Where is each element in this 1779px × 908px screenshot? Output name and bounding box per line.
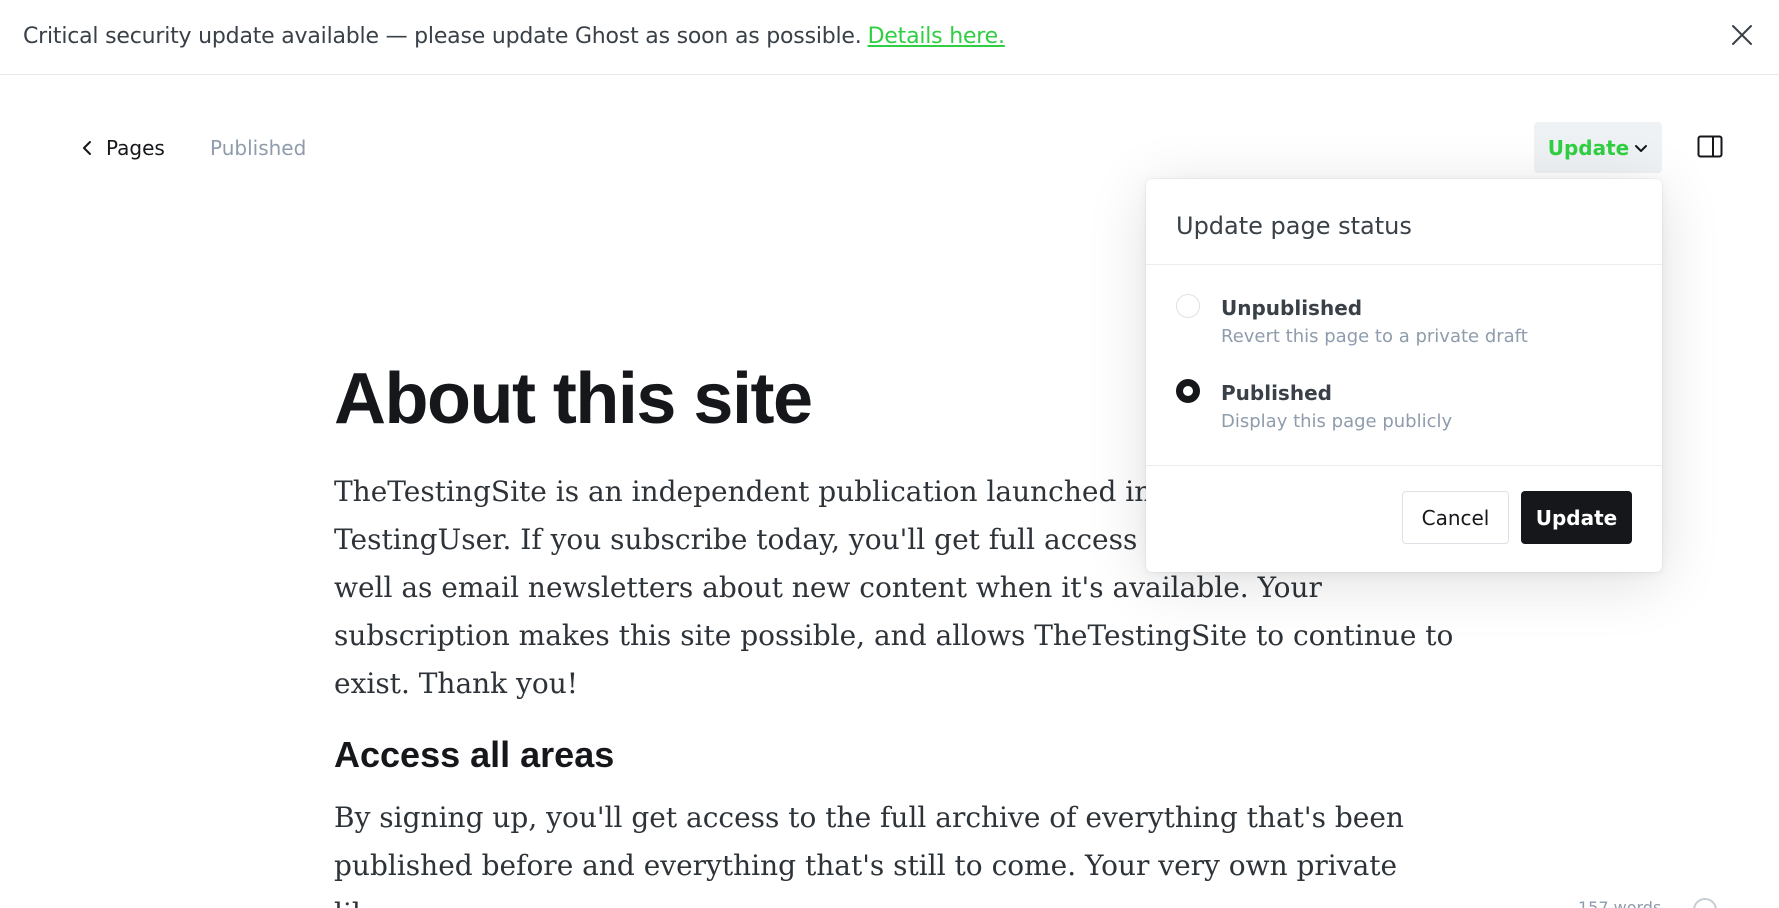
option-description: Display this page publicly [1221,411,1453,432]
option-label: Unpublished [1221,296,1363,320]
chevron-down-icon [1635,144,1648,152]
update-trigger-label: Update [1547,135,1630,160]
confirm-update-button[interactable]: Update [1521,491,1632,544]
post-title[interactable]: About this site [334,358,813,440]
cancel-button[interactable]: Cancel [1402,491,1509,544]
close-icon[interactable] [1727,20,1757,50]
radio-published[interactable] [1176,379,1200,403]
status-option-unpublished[interactable]: Unpublished Revert this page to a privat… [1176,294,1636,354]
sidebar-toggle-icon[interactable] [1697,134,1723,160]
back-to-pages-link[interactable]: Pages [82,133,165,163]
word-count: 157 words [1578,898,1662,908]
banner-message: Critical security update available — ple… [23,24,862,49]
update-status-dropdown: Update page status Unpublished Revert th… [1146,179,1662,572]
divider [1146,264,1662,265]
banner-details-link[interactable]: Details here. [868,24,1005,49]
chevron-left-icon [83,141,91,155]
post-heading[interactable]: Access all areas [334,734,614,776]
security-update-banner: Critical security update available — ple… [0,0,1779,75]
back-label: Pages [106,136,165,160]
update-dropdown-button[interactable]: Update [1534,122,1662,173]
option-label: Published [1221,381,1332,405]
help-icon[interactable] [1693,898,1717,908]
banner-text: Critical security update available — ple… [23,24,1005,49]
option-description: Revert this page to a private draft [1221,326,1528,347]
post-paragraph-2[interactable]: By signing up, you'll get access to the … [334,794,1454,908]
radio-unpublished[interactable] [1176,294,1200,318]
dropdown-title: Update page status [1176,212,1412,240]
status-option-published[interactable]: Published Display this page publicly [1176,379,1636,439]
post-status: Published [210,136,307,160]
divider [1146,465,1662,466]
